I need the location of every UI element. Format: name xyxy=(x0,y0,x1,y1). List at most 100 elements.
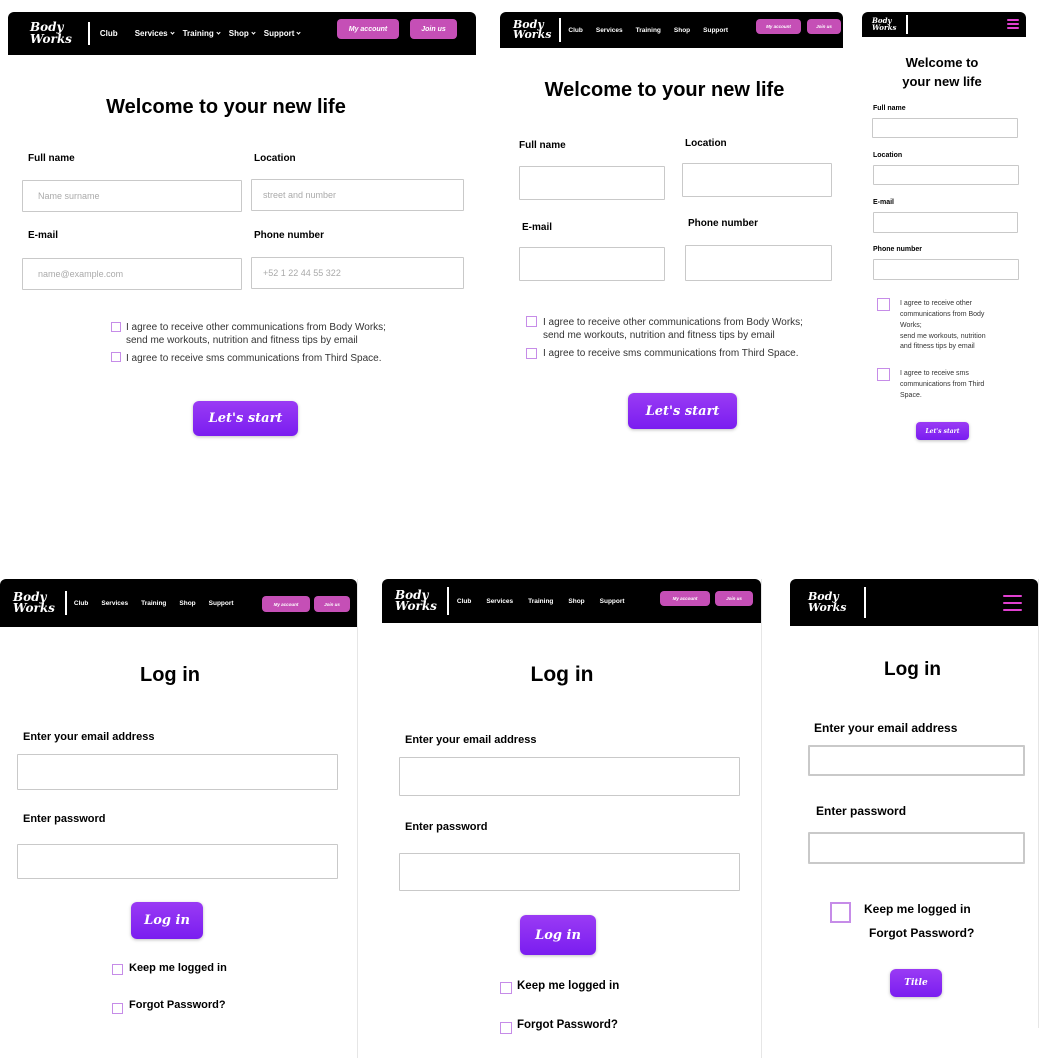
nav-club[interactable]: Club xyxy=(457,598,471,605)
join-us-button[interactable]: Join us xyxy=(314,596,350,612)
join-us-button[interactable]: Join us xyxy=(807,19,841,34)
location-input[interactable] xyxy=(682,163,832,197)
email-label: E-mail xyxy=(522,222,553,233)
my-account-button[interactable]: My account xyxy=(756,19,801,34)
hamburger-menu-icon[interactable] xyxy=(1007,19,1019,29)
email-label: Enter your email address xyxy=(405,734,537,746)
nav-support[interactable]: Support xyxy=(209,600,234,607)
consent-comms-line-1: I agree to receive other xyxy=(900,300,972,307)
lets-start-button[interactable]: Let's start xyxy=(628,393,737,429)
location-label: Location xyxy=(254,153,296,164)
email-input[interactable] xyxy=(399,757,740,796)
nav-divider xyxy=(446,587,449,615)
nav-club[interactable]: Club xyxy=(74,600,88,607)
nav-shop[interactable]: Shop xyxy=(229,29,256,38)
nav-training[interactable]: Training xyxy=(183,29,221,38)
consent-comms-line-1: I agree to receive other communications … xyxy=(126,322,386,333)
title-button[interactable]: Title xyxy=(890,969,942,997)
forgot-password-checkbox[interactable] xyxy=(500,1022,512,1034)
brand-logo[interactable]: Body Works xyxy=(13,590,55,615)
brand-line-2: Works xyxy=(395,599,437,613)
join-us-button[interactable]: Join us xyxy=(410,19,457,39)
my-account-button[interactable]: My account xyxy=(337,19,399,39)
nav-services[interactable]: Services xyxy=(135,29,175,38)
nav-support[interactable]: Support xyxy=(703,27,728,34)
page-title: Log in xyxy=(140,664,200,686)
top-nav: Body Works xyxy=(862,12,1026,37)
full-name-input[interactable] xyxy=(519,166,665,200)
signup-desktop-frame: Body Works Club Services Training Shop S… xyxy=(8,12,476,452)
nav-training[interactable]: Training xyxy=(141,600,166,607)
full-name-input[interactable]: Name surname xyxy=(22,180,242,212)
consent-sms-text: I agree to receive sms communications fr… xyxy=(543,348,799,359)
nav-shop[interactable]: Shop xyxy=(568,598,584,605)
password-input[interactable] xyxy=(808,832,1025,864)
consent-sms-text: I agree to receive sms communications fr… xyxy=(126,353,382,364)
location-input[interactable]: street and number xyxy=(251,179,464,211)
nav-links: Club Services Training Shop Support xyxy=(100,29,302,38)
email-input[interactable] xyxy=(873,212,1018,233)
nav-support[interactable]: Support xyxy=(600,598,625,605)
email-input[interactable] xyxy=(519,247,665,281)
consent-sms-checkbox[interactable] xyxy=(111,352,121,362)
brand-logo[interactable]: Body Works xyxy=(30,21,72,45)
email-input[interactable] xyxy=(808,745,1025,776)
password-label: Enter password xyxy=(816,804,907,818)
nav-services[interactable]: Services xyxy=(101,600,128,607)
nav-club[interactable]: Club xyxy=(100,29,118,38)
email-input[interactable] xyxy=(17,754,338,790)
brand-logo[interactable]: Body Works xyxy=(395,588,437,613)
consent-comms-checkbox[interactable] xyxy=(111,322,121,332)
page-title: Welcome to your new life xyxy=(862,54,1022,92)
phone-input[interactable] xyxy=(873,259,1019,280)
consent-comms-checkbox[interactable] xyxy=(877,298,890,311)
top-nav: Body Works Club Services Training Shop S… xyxy=(382,579,761,623)
keep-logged-in-checkbox[interactable] xyxy=(830,902,851,923)
password-input[interactable] xyxy=(399,853,740,891)
lets-start-button[interactable]: Let's start xyxy=(916,422,969,440)
page-title: Log in xyxy=(530,663,594,686)
page-title: Log in xyxy=(884,659,941,680)
brand-logo[interactable]: Body Works xyxy=(872,17,897,32)
signup-tablet-frame: Body Works Club Services Training Shop S… xyxy=(500,12,843,440)
keep-logged-in-label[interactable]: Keep me logged in xyxy=(517,980,619,992)
nav-shop[interactable]: Shop xyxy=(179,600,195,607)
forgot-password-link[interactable]: Forgot Password? xyxy=(517,1019,618,1031)
phone-input[interactable] xyxy=(685,245,832,281)
full-name-input[interactable] xyxy=(872,118,1018,138)
keep-logged-in-label[interactable]: Keep me logged in xyxy=(129,962,227,974)
login-button[interactable]: Log in xyxy=(131,902,203,939)
password-input[interactable] xyxy=(17,844,338,879)
forgot-password-link[interactable]: Forgot Password? xyxy=(869,926,974,940)
nav-training[interactable]: Training xyxy=(528,598,553,605)
phone-input[interactable]: +52 1 22 44 55 322 xyxy=(251,257,464,289)
forgot-password-link[interactable]: Forgot Password? xyxy=(129,999,226,1011)
my-account-button[interactable]: My account xyxy=(262,596,310,612)
keep-logged-in-checkbox[interactable] xyxy=(112,964,123,975)
consent-sms-checkbox[interactable] xyxy=(526,348,537,359)
nav-club[interactable]: Club xyxy=(568,27,582,34)
hamburger-menu-icon[interactable] xyxy=(1003,595,1022,611)
brand-logo[interactable]: Body Works xyxy=(513,18,551,41)
email-input[interactable]: name@example.com xyxy=(22,258,242,290)
nav-services[interactable]: Services xyxy=(486,598,513,605)
location-input[interactable] xyxy=(873,165,1019,185)
consent-sms-line-1: I agree to receive sms xyxy=(900,370,969,377)
keep-logged-in-checkbox[interactable] xyxy=(500,982,512,994)
consent-comms-line-4: send me workouts, nutrition xyxy=(900,332,986,340)
nav-support[interactable]: Support xyxy=(264,29,302,38)
nav-training[interactable]: Training xyxy=(636,27,661,34)
my-account-button[interactable]: My account xyxy=(660,591,710,606)
brand-logo[interactable]: Body Works xyxy=(808,591,846,613)
consent-sms-checkbox[interactable] xyxy=(877,368,890,381)
consent-comms-line-3: Works; xyxy=(900,321,922,329)
forgot-password-checkbox[interactable] xyxy=(112,1003,123,1014)
consent-comms-checkbox[interactable] xyxy=(526,316,537,327)
keep-logged-in-label[interactable]: Keep me logged in xyxy=(864,902,971,916)
login-button[interactable]: Log in xyxy=(520,915,596,955)
brand-line-2: Works xyxy=(872,22,897,32)
nav-shop[interactable]: Shop xyxy=(674,27,690,34)
join-us-button[interactable]: Join us xyxy=(715,591,753,606)
lets-start-button[interactable]: Let's start xyxy=(193,401,298,436)
nav-services[interactable]: Services xyxy=(596,27,623,34)
